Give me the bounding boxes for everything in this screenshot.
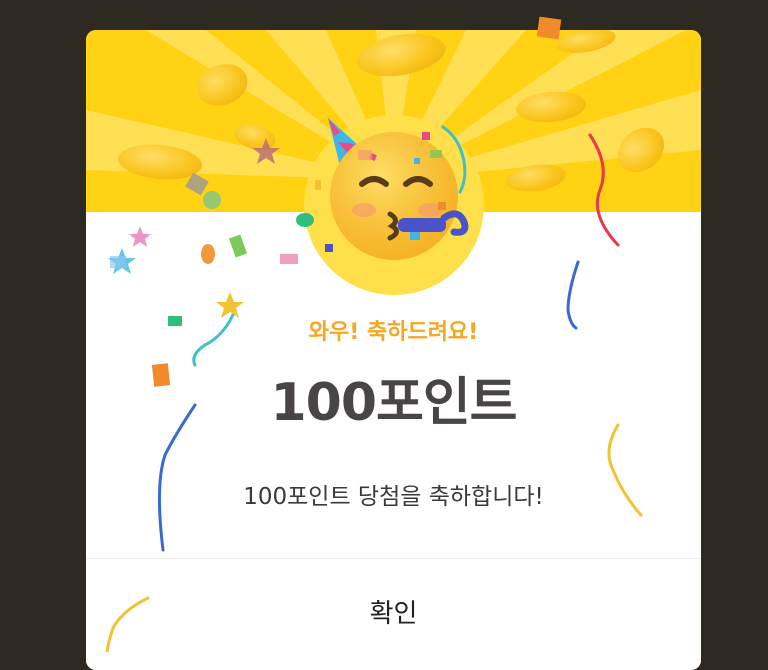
points-title: 100포인트 xyxy=(270,373,517,433)
party-face-icon xyxy=(328,118,469,260)
confirm-button-label: 확인 xyxy=(369,599,418,629)
headline-text: 와우! 축하드려요! xyxy=(308,320,479,345)
confirm-button[interactable]: 확인 xyxy=(86,559,701,670)
description-text: 100포인트 당첨을 축하합니다! xyxy=(243,484,544,510)
congrats-dialog: 와우! 축하드려요! 100포인트 100포인트 당첨을 축하합니다! 확인 xyxy=(86,30,701,670)
